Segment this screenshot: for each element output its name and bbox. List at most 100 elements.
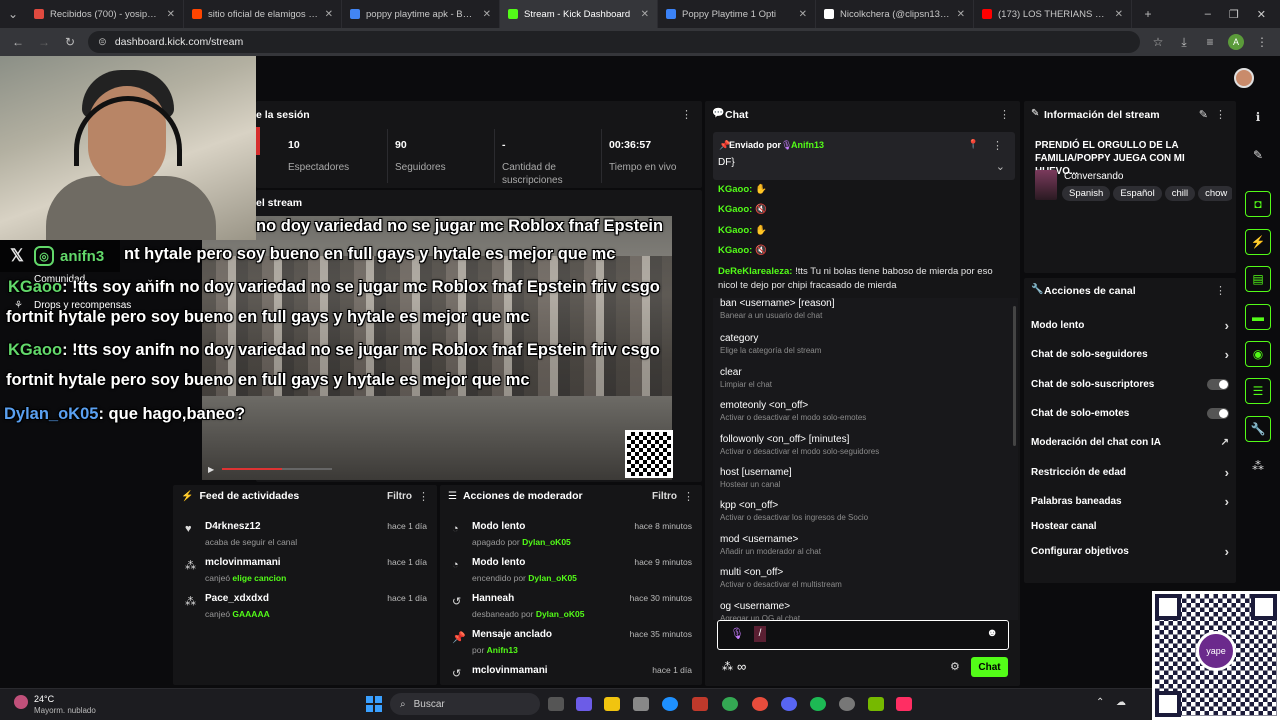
taskbar-search[interactable]: ⌕ Buscar [390, 693, 540, 715]
chat-username[interactable]: DeReKlarealeza: [718, 266, 792, 277]
chat-message[interactable]: KGaoo: 🔇 [718, 203, 1010, 217]
mod-action-item[interactable]: ◔ Modo lento encendido por Dylan_oK05 hace … [440, 555, 702, 591]
command-suggestion[interactable]: followonly <on_off> [minutes] Activar o d… [720, 434, 879, 456]
feed-item[interactable]: ⁂ Pace_xdxdxd canjeó GAAAAA hace 1 día [173, 591, 437, 627]
chat-message[interactable]: KGaoo: 🔇 [718, 244, 1010, 258]
session-menu-icon[interactable]: ⋮ [681, 108, 692, 121]
channel-action-item[interactable]: Chat de solo-emotes [1031, 404, 1229, 422]
command-suggestion[interactable]: category Elige la categoría del stream [720, 333, 821, 355]
stream-info-menu-icon[interactable]: ⋮ [1215, 108, 1226, 121]
tab-search-icon[interactable]: ⌄ [0, 7, 26, 21]
browser-tab[interactable]: Stream - Kick Dashboard ✕ [500, 0, 658, 28]
activity-filter-button[interactable]: Filtro [387, 491, 412, 502]
nvidia-icon[interactable] [868, 697, 884, 711]
network-icon[interactable]: ☁ [1116, 697, 1126, 708]
settings-gear-icon[interactable]: ⚙ [950, 660, 960, 673]
browser-tab[interactable]: Nicolkchera (@clipsn13) | TikTo ✕ [816, 0, 974, 28]
file-explorer-icon[interactable] [604, 697, 620, 711]
external-link-icon[interactable]: ↗ [1221, 437, 1229, 448]
toggle-switch[interactable] [1207, 407, 1229, 419]
channel-action-item[interactable]: Chat de solo-seguidores › [1031, 345, 1229, 363]
command-suggestion[interactable]: multi <on_off> Activar o desactivar el mu… [720, 567, 842, 589]
command-suggestion[interactable]: og <username> Agregar un OG al chat [720, 601, 800, 620]
windows-start-icon[interactable] [366, 696, 382, 712]
mod-action-item[interactable]: ◔ Modo lento apagado por Dylan_oK05 hace 8 … [440, 519, 702, 555]
mod-action-item[interactable]: 📌 Mensaje anclado por Anifn13 hace 35 minut… [440, 627, 702, 663]
profile-avatar[interactable]: A [1228, 34, 1244, 50]
wrench-icon[interactable]: 🔧 [1245, 416, 1271, 442]
chat-icon[interactable]: ▬ [1245, 304, 1271, 330]
command-suggestion[interactable]: ban <username> [reason] Banear a un usuar… [720, 298, 835, 320]
users-icon[interactable]: ⁂ [1245, 453, 1271, 479]
feed-item[interactable]: ⁂ mclovinmamani canjeó elige cancion hace 1… [173, 555, 437, 591]
channel-action-item[interactable]: Restricción de edad › [1031, 463, 1229, 481]
weather-icon[interactable] [14, 695, 28, 709]
chevron-right-icon[interactable]: › [1225, 494, 1229, 509]
browser-tab[interactable]: (173) LOS THERIANS LLEGARON ✕ [974, 0, 1132, 28]
info-icon[interactable]: ℹ [1245, 104, 1271, 130]
tab-close-icon[interactable]: ✕ [957, 9, 965, 20]
video-progress[interactable] [222, 468, 333, 470]
bookmark-star-icon[interactable]: ☆ [1150, 35, 1166, 49]
command-suggestion[interactable]: emoteonly <on_off> Activar o desactivar e… [720, 400, 866, 422]
channel-action-item[interactable]: Configurar objetivos › [1031, 542, 1229, 560]
pinned-user[interactable]: Anifn13 [791, 140, 824, 150]
stream-category[interactable]: Conversando [1064, 171, 1123, 182]
tab-close-icon[interactable]: ✕ [1115, 9, 1123, 20]
chevron-right-icon[interactable]: › [1225, 465, 1229, 480]
tray-chevron-icon[interactable]: ⌃ [1096, 697, 1104, 708]
site-info-icon[interactable]: ⊜ [98, 36, 107, 48]
browser-tab[interactable]: Poppy Playtime 1 Opti ✕ [658, 0, 816, 28]
play-icon[interactable]: ▶ [208, 465, 214, 474]
tab-close-icon[interactable]: ✕ [483, 9, 491, 20]
tiktok-icon[interactable] [896, 697, 912, 711]
send-chat-button[interactable]: Chat [971, 657, 1008, 677]
channel-action-item[interactable]: Palabras baneadas › [1031, 492, 1229, 510]
browser-tab[interactable]: Recibidos (700) - yosipanakin@ ✕ [26, 0, 184, 28]
chat-input[interactable]: 🎙 / ☻ [717, 620, 1009, 650]
close-window-icon[interactable]: ✕ [1257, 8, 1266, 21]
chevron-right-icon[interactable]: › [1225, 544, 1229, 559]
unpin-icon[interactable]: 📍 [968, 139, 979, 150]
stream-tag[interactable]: chill [1164, 186, 1196, 201]
mod-menu-icon[interactable]: ⋮ [683, 490, 694, 503]
channel-action-item[interactable]: Chat de solo-suscriptores [1031, 375, 1229, 393]
chevron-right-icon[interactable]: › [1225, 318, 1229, 333]
channel-action-item[interactable]: Hostear canal [1031, 517, 1229, 535]
stream-tag[interactable]: Español [1113, 186, 1162, 201]
stream-tag[interactable]: chow [1198, 186, 1232, 201]
stream-tag[interactable]: Spanish [1062, 186, 1111, 201]
app-icon[interactable] [839, 697, 855, 711]
task-view-icon[interactable] [548, 697, 564, 711]
chat-message[interactable]: DeReKlarealeza: !tts Tu ni bolas tiene b… [718, 265, 1010, 293]
chevron-down-icon[interactable]: ⌄ [996, 160, 1005, 173]
tab-close-icon[interactable]: ✕ [325, 9, 333, 20]
download-icon[interactable]: ⤓ [1176, 35, 1192, 50]
browser-menu-icon[interactable]: ⋮ [1254, 35, 1270, 49]
new-tab-icon[interactable]: + [1140, 7, 1156, 21]
activity-menu-icon[interactable]: ⋮ [418, 490, 429, 503]
maximize-icon[interactable]: ❐ [1229, 8, 1239, 21]
feed-item[interactable]: ♥ D4rknesz12 acaba de seguir el canal hace … [173, 519, 437, 555]
lightning-icon[interactable]: ⚡ [1245, 229, 1271, 255]
chevron-right-icon[interactable]: › [1225, 347, 1229, 362]
app-icon[interactable] [692, 697, 708, 711]
chrome-icon[interactable] [722, 697, 738, 711]
chat-username[interactable]: KGaoo: [718, 184, 752, 195]
channel-action-item[interactable]: Modo lento › [1031, 316, 1229, 334]
chat-message[interactable]: KGaoo: ✋ [718, 224, 1010, 238]
command-suggestion[interactable]: mod <username> Añadir un moderador al cha… [720, 534, 821, 556]
infinity-icon[interactable]: ∞ [737, 659, 746, 674]
tab-close-icon[interactable]: ✕ [641, 9, 649, 20]
spotify-icon[interactable] [810, 697, 826, 711]
channel-actions-menu-icon[interactable]: ⋮ [1215, 284, 1226, 297]
pinned-menu-icon[interactable]: ⋮ [992, 139, 1003, 152]
minimize-icon[interactable]: – [1205, 8, 1211, 21]
chat-menu-icon[interactable]: ⋮ [999, 108, 1010, 121]
mod-action-item[interactable]: ↺ Hanneah desbaneado por Dylan_oK05 hace 30… [440, 591, 702, 627]
pinned-message[interactable]: 📌 Enviado por 🎙 Anifn13 DF} 📍 ⋮ ⌄ [713, 132, 1015, 180]
browser-tab[interactable]: sitio oficial de elamigos : r/Pirat ✕ [184, 0, 342, 28]
reload-icon[interactable]: ↻ [62, 35, 78, 49]
discord-icon[interactable] [781, 697, 797, 711]
chat-username[interactable]: KGaoo: [718, 204, 752, 215]
